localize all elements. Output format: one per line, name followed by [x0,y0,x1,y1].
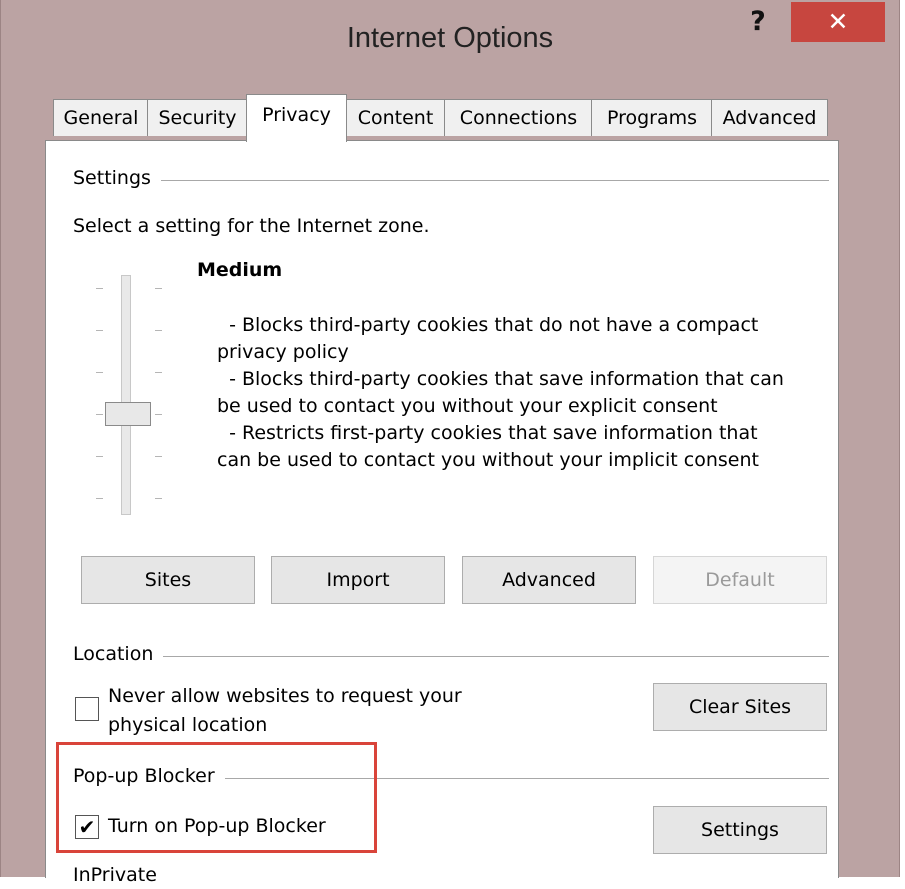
tab-connections[interactable]: Connections [444,99,593,136]
popup-blocker-highlight [56,742,377,853]
description-line: can be used to contact you without your … [217,449,759,471]
slider-tick [155,330,162,331]
settings-group-label: Settings [73,167,161,189]
sites-button[interactable]: Sites [81,556,255,604]
advanced-button[interactable]: Advanced [462,556,636,604]
slider-tick [96,288,103,289]
tab-advanced[interactable]: Advanced [711,99,828,136]
popup-settings-button[interactable]: Settings [653,806,827,854]
location-checkbox-label-line2: physical location [108,714,268,736]
title-bar[interactable]: Internet Options ? ✕ [1,0,899,86]
default-button: Default [653,556,827,604]
description-line: - Blocks third-party cookies that save i… [217,368,784,390]
tab-general[interactable]: General [53,99,149,136]
location-divider [81,656,829,657]
clear-sites-button[interactable]: Clear Sites [653,683,827,731]
description-line: - Restricts first-party cookies that sav… [217,422,758,444]
slider-tick [96,456,103,457]
slider-tick [96,372,103,373]
close-icon: ✕ [827,7,849,36]
privacy-level-title: Medium [197,259,283,281]
close-button[interactable]: ✕ [791,2,885,42]
slider-tick [155,456,162,457]
location-group-label: Location [73,643,164,665]
description-line: - Blocks third-party cookies that do not… [217,314,759,336]
slider-tick [96,414,103,415]
description-line: be used to contact you without your expl… [217,395,718,417]
description-line: privacy policy [217,341,349,363]
import-button[interactable]: Import [271,556,445,604]
slider-tick [96,330,103,331]
tab-programs[interactable]: Programs [591,99,713,136]
settings-divider [81,180,829,181]
slider-tick [96,498,103,499]
tab-security[interactable]: Security [147,99,248,136]
slider-thumb[interactable] [105,402,151,426]
location-checkbox[interactable] [75,697,99,721]
tab-privacy[interactable]: Privacy [246,94,347,142]
location-checkbox-label-line1: Never allow websites to request your [108,685,462,707]
help-button[interactable]: ? [739,2,777,42]
slider-tick [155,414,162,415]
slider-tick [155,288,162,289]
tab-content[interactable]: Content [345,99,446,136]
privacy-level-description: - Blocks third-party cookies that do not… [217,312,827,474]
inprivate-group-label: InPrivate [73,864,157,886]
slider-track[interactable] [121,275,131,515]
slider-tick [155,498,162,499]
internet-options-window: Internet Options ? ✕ General Security Pr… [0,0,900,886]
settings-instruction: Select a setting for the Internet zone. [73,215,430,237]
slider-tick [155,372,162,373]
